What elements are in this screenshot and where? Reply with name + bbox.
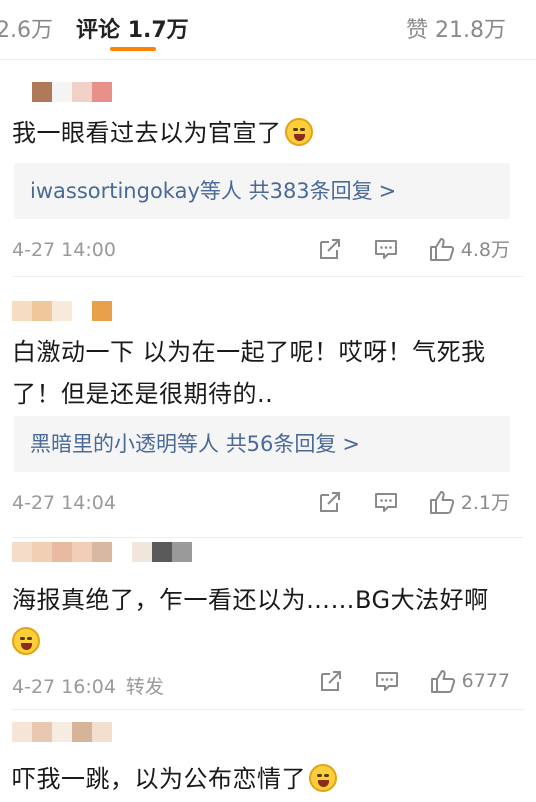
mosaic-cell xyxy=(72,542,92,562)
comment-meta: 4-27 14:00 xyxy=(12,239,116,261)
username-mosaic[interactable] xyxy=(12,301,112,321)
mosaic-cell xyxy=(172,542,192,562)
comment-meta: 4-27 14:04 xyxy=(12,492,116,514)
username-mosaic[interactable] xyxy=(12,722,132,742)
thumbs-up-icon[interactable] xyxy=(429,236,455,262)
thumbs-up-icon[interactable] xyxy=(430,668,456,694)
mosaic-cell xyxy=(12,82,32,102)
mosaic-cell xyxy=(92,542,112,562)
smiling-emoji-icon xyxy=(12,627,40,655)
share-icon[interactable] xyxy=(317,489,343,515)
laughing-crying-emoji-icon xyxy=(284,118,313,146)
mosaic-cell xyxy=(52,301,72,321)
comment-text: 白激动一下 以为在一起了呢！哎呀！气死我了！但是还是很期待的.. xyxy=(12,331,522,415)
share-icon[interactable] xyxy=(317,236,343,262)
repost-link[interactable]: 转发 xyxy=(126,676,164,698)
mosaic-cell xyxy=(32,82,52,102)
comment-text: 吓我一跳，以为公布恋情了 xyxy=(12,758,522,800)
mosaic-cell xyxy=(12,542,32,562)
comment-icon[interactable] xyxy=(373,489,399,515)
reply-users-suffix: 等人 xyxy=(199,179,242,203)
mosaic-cell xyxy=(72,82,92,102)
comment-icon[interactable] xyxy=(373,236,399,262)
tab-comments[interactable]: 评论 1.7万 xyxy=(76,12,189,44)
mosaic-cell xyxy=(92,82,112,102)
mosaic-cell xyxy=(92,301,112,321)
active-tab-indicator xyxy=(110,47,156,51)
comment-actions: 2.1万 xyxy=(317,488,510,515)
comment-text: 海报真绝了，乍一看还以为……BG大法好啊 xyxy=(12,579,522,663)
comment-meta: 4-27 16:04 转发 xyxy=(12,672,164,699)
comment-body: 吓我一跳，以为公布恋情了 xyxy=(12,765,306,793)
comment-tab-bar: 2.6万 评论 1.7万 赞 21.8万 xyxy=(0,0,536,60)
reply-summary[interactable]: 黑暗里的小透明等人 共56条回复 > xyxy=(14,416,510,472)
comment-body: 我一眼看过去以为官宣了 xyxy=(12,119,282,147)
reply-count[interactable]: 共56条回复 xyxy=(226,432,337,456)
comment-actions: 6777 xyxy=(318,668,510,694)
chevron-right-icon: > xyxy=(378,179,397,203)
tab-comments-label: 评论 xyxy=(76,18,121,43)
chevron-right-icon: > xyxy=(342,432,361,456)
mosaic-cell xyxy=(32,542,52,562)
username-mosaic[interactable] xyxy=(12,542,192,562)
comment-item: 吓我一跳，以为公布恋情了 xyxy=(0,710,536,802)
comment-icon[interactable] xyxy=(374,668,400,694)
tab-likes-label: 赞 xyxy=(405,18,428,43)
tab-likes[interactable]: 赞 21.8万 xyxy=(406,12,506,44)
comment-actions: 4.8万 xyxy=(317,235,510,262)
mosaic-cell xyxy=(52,542,72,562)
mosaic-cell xyxy=(112,722,132,742)
mosaic-cell xyxy=(12,722,32,742)
comment-time: 4-27 16:04 xyxy=(12,676,116,698)
share-icon[interactable] xyxy=(318,668,344,694)
reply-count[interactable]: 共383条回复 xyxy=(249,179,373,203)
like-count: 6777 xyxy=(461,670,510,692)
comment-body: 海报真绝了，乍一看还以为……BG大法好啊 xyxy=(12,586,489,614)
reply-users[interactable]: iwassortingokay xyxy=(30,179,200,203)
mosaic-cell xyxy=(152,542,172,562)
tab-likes-count: 21.8万 xyxy=(435,18,506,43)
mosaic-cell xyxy=(32,722,52,742)
mosaic-cell xyxy=(92,722,112,742)
reply-users[interactable]: 黑暗里的小透明 xyxy=(30,432,177,456)
mosaic-cell xyxy=(32,301,52,321)
comment-item: 海报真绝了，乍一看还以为……BG大法好啊 4-27 16:04 转发 6777 xyxy=(0,538,536,710)
like-count: 4.8万 xyxy=(460,239,510,261)
mosaic-cell xyxy=(112,542,132,562)
comment-time: 4-27 14:04 xyxy=(12,492,116,514)
comment-item: 我一眼看过去以为官宣了 iwassortingokay等人 共383条回复 > 4… xyxy=(0,60,536,278)
mosaic-cell xyxy=(52,722,72,742)
reply-users-suffix: 等人 xyxy=(177,432,219,456)
like-count: 2.1万 xyxy=(460,492,510,514)
comment-item: 白激动一下 以为在一起了呢！哎呀！气死我了！但是还是很期待的.. 黑暗里的小透明… xyxy=(0,277,536,539)
username-mosaic[interactable] xyxy=(12,82,112,102)
crying-emoji-icon xyxy=(309,764,337,792)
comment-time: 4-27 14:00 xyxy=(12,239,116,261)
mosaic-cell xyxy=(52,82,72,102)
tab-comments-count: 1.7万 xyxy=(127,18,189,43)
comment-text: 我一眼看过去以为官宣了 xyxy=(12,112,522,154)
comment-body: 白激动一下 以为在一起了呢！哎呀！气死我了！但是还是很期待的.. xyxy=(12,338,486,408)
reply-summary[interactable]: iwassortingokay等人 共383条回复 > xyxy=(14,163,510,219)
thumbs-up-icon[interactable] xyxy=(429,489,455,515)
mosaic-cell xyxy=(132,542,152,562)
tab-reposts[interactable]: 2.6万 xyxy=(0,12,53,44)
mosaic-cell xyxy=(72,301,92,321)
mosaic-cell xyxy=(72,722,92,742)
mosaic-cell xyxy=(12,301,32,321)
